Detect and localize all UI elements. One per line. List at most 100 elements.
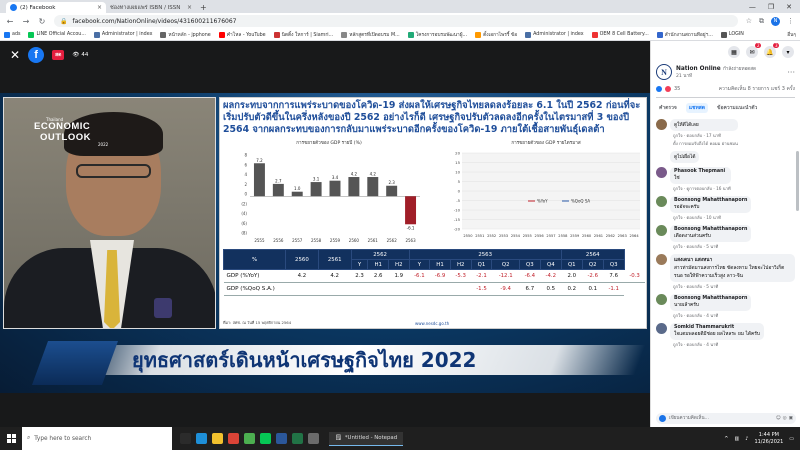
bookmark-item[interactable]: Administrator | index — [525, 31, 584, 38]
quarterly-gdp-line-svg: 20151050-5-10-15-202550 2551 2552 2553 2554 2… — [454, 151, 640, 238]
bookmark-item[interactable]: คำโหล - YouTube — [218, 31, 266, 39]
taskbar-notepad[interactable]: 🗒 *Untitled - Notepad — [329, 431, 404, 446]
comment-meta[interactable]: ถูกใจ · ตอบกลับ · 4 นาที — [670, 341, 764, 348]
bookmark-item[interactable]: ads — [4, 31, 20, 38]
nation-online-avatar[interactable]: N — [656, 64, 672, 80]
comment-text: รออัจจะครับ — [674, 205, 700, 210]
emoji-icon[interactable]: ☺ — [776, 416, 781, 421]
edge-icon[interactable] — [196, 433, 207, 444]
menu-grid-icon[interactable]: ▦ — [728, 46, 740, 58]
bookmark-item[interactable]: โครงการอบรมพัฒนาผู้... — [407, 31, 467, 39]
commenter-avatar[interactable] — [656, 294, 667, 305]
bookmark-item[interactable]: ตั้งเอกาไพรรี้ ข้อ — [475, 31, 517, 39]
lock-icon[interactable]: 🔒 — [60, 18, 67, 25]
window-close-icon[interactable]: ✕ — [786, 3, 792, 11]
chrome-icon[interactable] — [244, 433, 255, 444]
profile-avatar[interactable]: N — [771, 16, 780, 26]
commenter-avatar[interactable] — [656, 151, 667, 162]
comment-share-stats[interactable]: ความคิดเห็น 8 รายการ แชร์ 3 ครั้ง — [719, 85, 795, 93]
comment-input[interactable]: เขียนความคิดเห็น... ☺ ◎ ▣ — [656, 413, 796, 424]
panel-tab[interactable]: ข้อความแนะนำตัว — [714, 103, 760, 113]
volume-icon[interactable]: ♪ — [745, 436, 748, 442]
window-controls: — ❐ ✕ — [749, 3, 800, 11]
file-explorer-icon[interactable] — [212, 433, 223, 444]
panel-tab[interactable]: แชทสด — [685, 103, 709, 113]
tab-isbn[interactable]: ช่องทางเผยแพร่ ISBN / ISSN × — [106, 2, 196, 13]
facebook-logo-icon[interactable]: f — [28, 47, 45, 63]
menu-kebab-icon[interactable]: ⋮ — [787, 17, 794, 25]
banner-title: ยุทธศาสตร์เดินหน้าเศรษฐกิจไทย 2022 — [132, 348, 477, 372]
task-view-icon[interactable] — [180, 433, 191, 444]
comment-meta[interactable]: ถูกใจ · ตอบกลับ · 10 นาที — [670, 214, 751, 221]
table-cell — [285, 282, 319, 296]
commenter-avatar[interactable] — [656, 167, 667, 178]
bookmark-item[interactable]: หลักสูตรที่เปิดอบรม M... — [341, 31, 400, 39]
bookmark-label: Administrator | index — [533, 32, 584, 37]
bookmark-item[interactable]: OEM 8 Cell Battery... — [591, 31, 649, 38]
bookmark-item[interactable]: LOGIN — [720, 31, 744, 38]
camera-icon[interactable]: ◎ — [783, 416, 787, 421]
taskbar-search[interactable]: ⌕ Type here to search — [22, 427, 172, 450]
bookmark-item[interactable]: หน้าหลัก - jpphone — [160, 31, 211, 39]
maximize-icon[interactable]: ❐ — [768, 3, 774, 11]
eo-logo-year: 2022 — [98, 142, 109, 147]
live-video-frame[interactable]: ผลกระทบจากการแพร่ระบาดของโควิด-19 ส่งผลใ… — [0, 93, 650, 393]
commenter-avatar[interactable] — [656, 323, 667, 334]
other-bookmarks[interactable]: อื่นๆ — [787, 31, 796, 39]
new-tab-icon[interactable]: + — [200, 3, 207, 12]
page-name[interactable]: Nation Online — [676, 66, 721, 72]
commenter-avatar[interactable] — [656, 225, 667, 236]
commenter-avatar[interactable] — [656, 196, 667, 207]
url-omnibox[interactable]: 🔒 facebook.com/NationOnline/videos/43160… — [54, 15, 738, 27]
commenter-avatar[interactable] — [656, 119, 667, 130]
chrome-red-icon[interactable] — [228, 433, 239, 444]
panel-tab[interactable]: คำตรวจ — [656, 103, 680, 113]
extensions-icon[interactable]: ⧉ — [759, 17, 764, 26]
network-icon[interactable]: ▥ — [735, 436, 740, 442]
back-icon[interactable]: ← — [6, 17, 14, 26]
reload-icon[interactable]: ↻ — [38, 17, 46, 26]
word-icon[interactable] — [276, 433, 287, 444]
reaction-summary[interactable]: 35 ความคิดเห็น 8 รายการ แชร์ 3 ครั้ง — [651, 83, 800, 95]
bookmark-item[interactable]: สำนักงานสถานทีอยู่ฯ... — [656, 31, 713, 39]
action-center-icon[interactable]: ▭ — [789, 436, 794, 442]
comment-author[interactable]: Phasook Thepmani — [674, 169, 727, 174]
bookmark-item[interactable]: Administrator | index — [93, 31, 152, 38]
comment-list: ดูให้ดีได้เลย ถูกใจ · ตอบกลับ · 17 นาที ตั… — [651, 116, 800, 386]
minimize-icon[interactable]: — — [749, 3, 756, 11]
period-header: Q3 — [518, 259, 541, 270]
gif-icon[interactable]: ▣ — [789, 416, 793, 421]
commenter-avatar[interactable] — [656, 254, 667, 265]
excel-icon[interactable] — [292, 433, 303, 444]
comment-meta[interactable]: ถูกใจ · ตอบกลับ · 17 นาที — [670, 132, 738, 139]
notifications-icon[interactable]: 🔔 3 — [764, 43, 779, 58]
more-options-icon[interactable]: ··· — [787, 68, 795, 77]
bookmark-item[interactable]: LINE Official Accou... — [28, 31, 86, 38]
clock[interactable]: 1:44 PM 11/26/2021 — [754, 432, 783, 445]
x-tick-label: 2554 — [511, 234, 521, 238]
bookmark-label: OEM 8 Cell Battery... — [599, 32, 649, 37]
comment-bubble: Somkid Thammarukrit ใจแตมพลอยดีมีช่อย ผลไ… — [670, 323, 764, 340]
start-button[interactable] — [0, 427, 22, 450]
comment-meta[interactable]: ถูกใจ · ตอบกลับ · 5 นาที — [670, 283, 795, 290]
tray-chevron-icon[interactable]: ^ — [724, 436, 728, 442]
tab-close-icon[interactable]: × — [97, 4, 102, 11]
star-icon[interactable]: ☆ — [746, 17, 752, 25]
comment-meta[interactable]: ถูกใจ · ดูการตอบกลับ · 16 นาที — [670, 185, 731, 192]
tab-facebook[interactable]: (2) Facebook × — [6, 2, 106, 13]
bookmark-item[interactable]: นิตติ้ง ใหการ์ | Siamri... — [273, 31, 333, 39]
comment-meta[interactable]: ถูกใจ · ตอบกลับ · 4 นาที — [670, 312, 751, 319]
bar — [291, 191, 303, 197]
viewer-count-value: 44 — [81, 52, 89, 58]
account-chevron-icon[interactable]: ▾ — [782, 46, 794, 58]
panel-scrollbar[interactable] — [796, 151, 799, 211]
line-icon[interactable] — [260, 433, 271, 444]
tab-close-icon[interactable]: × — [187, 4, 192, 11]
messenger-icon[interactable]: ✉ 2 — [746, 43, 761, 58]
comment-meta[interactable]: ถูกใจ · ตอบกลับ · 5 นาที — [670, 243, 751, 250]
app-icon[interactable] — [308, 433, 319, 444]
comment-bubble: Phasook Thepmani ใช่ — [670, 167, 731, 184]
close-viewer-icon[interactable]: ✕ — [10, 48, 20, 62]
comment-author[interactable]: แสงเดนา แสงหนา — [674, 256, 791, 264]
forward-icon[interactable]: → — [22, 17, 30, 26]
